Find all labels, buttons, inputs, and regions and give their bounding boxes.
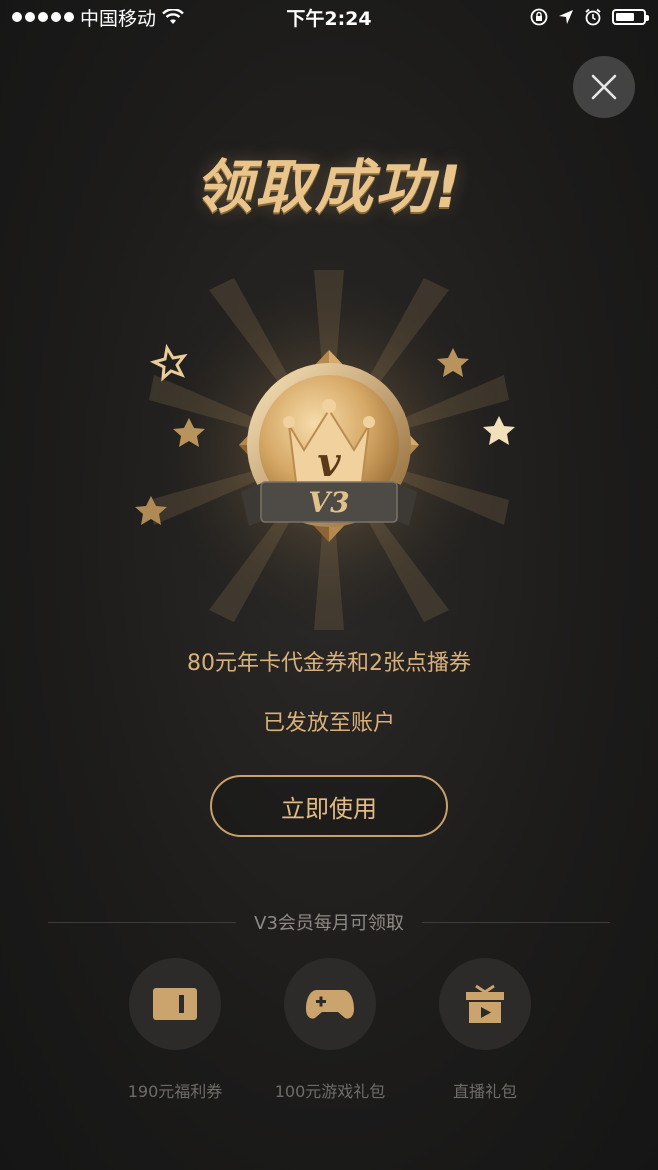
monthly-section-title: V3会员每月可领取 bbox=[254, 913, 404, 934]
status-right bbox=[530, 8, 649, 26]
clock: 下午2:24 bbox=[286, 7, 372, 30]
close-icon bbox=[591, 74, 617, 100]
badge-graphic: v V3 bbox=[135, 260, 519, 640]
ticket-icon bbox=[153, 988, 197, 1020]
monthly-section-header: V3会员每月可领取 bbox=[48, 908, 611, 936]
divider-right bbox=[421, 921, 611, 923]
use-now-button[interactable]: 立即使用 bbox=[210, 775, 448, 837]
status-left: 中国移动 bbox=[12, 4, 184, 31]
rotation-lock-icon bbox=[530, 8, 548, 26]
location-arrow-icon bbox=[559, 10, 573, 24]
divider-left bbox=[48, 921, 237, 923]
perk-item-coupon[interactable]: 190元福利券 bbox=[100, 958, 250, 1108]
perk-item-game-gift[interactable]: 100元游戏礼包 bbox=[255, 958, 405, 1108]
perk-label: 100元游戏礼包 bbox=[274, 1082, 386, 1101]
status-bar: 中国移动 下午2:24 bbox=[0, 0, 658, 34]
perk-icon-circle bbox=[439, 958, 531, 1050]
perk-label: 190元福利券 bbox=[127, 1082, 223, 1101]
vip-badge-illustration: v V3 bbox=[129, 250, 529, 640]
badge-letter: v bbox=[317, 439, 341, 486]
perk-item-live-gift[interactable]: 直播礼包 bbox=[410, 958, 560, 1108]
perk-icon-circle bbox=[284, 958, 376, 1050]
reward-status: 已发放至账户 bbox=[262, 711, 395, 736]
live-gift-icon bbox=[466, 984, 504, 1023]
perk-icon-circle bbox=[129, 958, 221, 1050]
alarm-icon bbox=[585, 8, 601, 26]
close-button[interactable] bbox=[573, 56, 635, 118]
gamepad-icon bbox=[306, 990, 354, 1019]
success-title: 领取成功! bbox=[194, 153, 464, 221]
wifi-icon bbox=[162, 9, 184, 24]
perk-label: 直播礼包 bbox=[452, 1082, 517, 1101]
signal-strength-icon bbox=[12, 12, 74, 22]
reward-description: 80元年卡代金券和2张点播券 bbox=[187, 651, 471, 676]
carrier-name: 中国移动 bbox=[80, 7, 157, 30]
badge-level-text: V3 bbox=[308, 486, 349, 519]
monthly-perks-list: 190元福利券 100元游戏礼包 直播礼包 bbox=[100, 958, 560, 1108]
battery-icon bbox=[612, 9, 649, 25]
